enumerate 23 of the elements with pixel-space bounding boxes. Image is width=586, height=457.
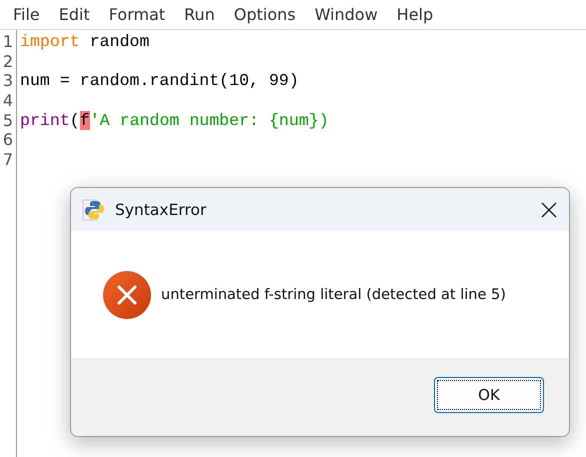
code-line: num = random.randint(10, 99) (20, 71, 299, 92)
line-number: 2 (2, 52, 14, 72)
error-icon (103, 270, 151, 318)
python-logo-icon (82, 198, 106, 222)
ok-button[interactable]: OK (434, 377, 544, 413)
line-number: 7 (2, 150, 14, 170)
line-number: 3 (2, 71, 14, 92)
menu-item[interactable]: Run (177, 5, 222, 24)
line-number: 5 (2, 110, 14, 130)
menu-item[interactable]: Window (308, 5, 385, 24)
line-number: 6 (2, 130, 14, 150)
menu-item[interactable]: Help (390, 5, 440, 24)
menu-item[interactable]: File (6, 5, 47, 24)
menu-item[interactable]: Format (102, 5, 172, 24)
menu-item[interactable]: Edit (52, 5, 97, 24)
dialog-title: SyntaxError (115, 200, 208, 218)
line-number: 4 (2, 91, 14, 111)
menu-item[interactable]: Options (226, 5, 303, 24)
code-line: print(f'A random number: {num}) (20, 110, 329, 130)
close-icon[interactable] (541, 202, 557, 218)
code-line: import random (20, 32, 150, 52)
error-message: unterminated f-string literal (detected at line 5) (161, 286, 506, 302)
line-number: 1 (2, 32, 14, 52)
